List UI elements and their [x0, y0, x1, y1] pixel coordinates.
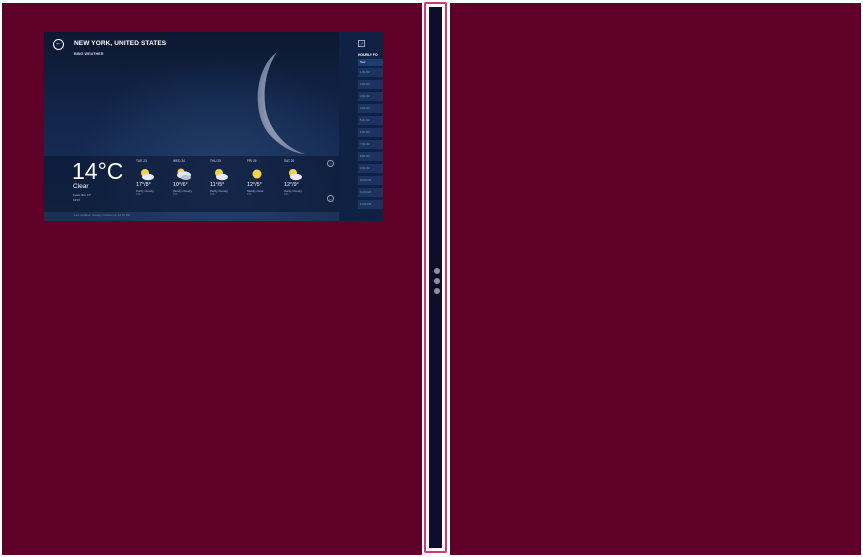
hourly-title: HOURLY FO	[358, 53, 378, 57]
partly-cloudy-icon	[289, 169, 302, 181]
day-name: SAT 26	[284, 159, 295, 163]
partly-cloudy-icon	[141, 169, 154, 181]
day-name: THU 25	[210, 159, 221, 163]
mostly-cloudy-icon	[177, 168, 191, 180]
day-precip: 0 %	[210, 193, 215, 196]
day-precip: 0 %	[173, 193, 178, 196]
hourly-now-row[interactable]: Now	[358, 59, 383, 66]
expand-icon[interactable]: ↗	[358, 40, 365, 47]
chevron-right-icon: ›	[329, 161, 332, 166]
current-condition: Clear	[73, 183, 89, 190]
day-temp: 11°/5°	[210, 182, 225, 188]
hourly-row[interactable]: 12:00 PM	[358, 200, 383, 209]
day-temp: 10°/6°	[173, 182, 188, 188]
hourly-row[interactable]: 2:00 AM	[358, 80, 383, 89]
day-temp: 12°/5°	[247, 182, 262, 188]
app-name: BING WEATHER	[74, 52, 104, 56]
back-button[interactable]: ←	[53, 39, 64, 50]
last-updated-text: Last updated: Sunday, October 21, 12:51 …	[74, 213, 130, 217]
forecast-more-button[interactable]: ⌄	[327, 195, 334, 202]
partly-cloudy-icon	[215, 169, 228, 181]
moon-illustration	[257, 52, 305, 154]
hourly-forecast-panel: ↗ HOURLY FO Now 1:00 AM 2:00 AM 3:00 AM …	[339, 32, 383, 221]
snap-divider-bar[interactable]	[429, 7, 442, 548]
grip-dot	[434, 278, 440, 284]
hourly-row[interactable]: 3:00 AM	[358, 92, 383, 101]
forecast-day[interactable]: FRI 26 12°/5° Mostly Clear 0 %	[247, 159, 281, 196]
back-arrow-icon: ←	[55, 40, 62, 47]
forecast-day[interactable]: SAT 26 12°/9° Partly Cloudy 0 %	[284, 159, 318, 196]
weather-app-thumbnail[interactable]: ← NEW YORK, UNITED STATES BING WEATHER 1…	[44, 32, 383, 221]
location-title: NEW YORK, UNITED STATES	[74, 40, 167, 47]
day-precip: 0 %	[136, 193, 141, 196]
day-name: TUE 23	[136, 159, 147, 163]
sunny-icon	[252, 169, 262, 179]
hourly-row[interactable]: 4:00 AM	[358, 104, 383, 113]
current-temperature: 14°C	[72, 158, 124, 184]
hourly-row[interactable]: 11:00 AM	[358, 188, 383, 197]
snap-divider[interactable]	[424, 2, 447, 553]
day-precip: 0 %	[247, 193, 252, 196]
day-temp: 17°/8°	[136, 182, 151, 188]
forecast-next-button[interactable]: ›	[327, 160, 334, 167]
forecast-day[interactable]: TUE 23 17°/8° Partly Cloudy 0 %	[136, 159, 170, 196]
grip-dot	[434, 268, 440, 274]
day-temp: 12°/9°	[284, 182, 299, 188]
hourly-row[interactable]: 7:00 AM	[358, 140, 383, 149]
hourly-row[interactable]: 10:00 AM	[358, 176, 383, 185]
forecast-day[interactable]: WED 24 10°/6° Mostly Cloudy 0 %	[173, 159, 207, 196]
day-precip: 0 %	[284, 193, 289, 196]
forecast-day[interactable]: THU 25 11°/5° Partly Cloudy 0 %	[210, 159, 244, 196]
hourly-row[interactable]: 6:00 AM	[358, 128, 383, 137]
hourly-row[interactable]: 9:00 AM	[358, 164, 383, 173]
day-name: WED 24	[173, 159, 185, 163]
right-snap-pane[interactable]	[450, 3, 861, 555]
current-detail: MIST	[73, 198, 81, 202]
hourly-row[interactable]: 8:00 AM	[358, 152, 383, 161]
chevron-down-icon: ⌄	[328, 196, 333, 201]
current-detail: Feels like 14°	[73, 193, 92, 197]
day-name: FRI 26	[247, 159, 257, 163]
grip-dot	[434, 288, 440, 294]
hourly-row[interactable]: 5:00 AM	[358, 116, 383, 125]
hourly-row[interactable]: 1:00 AM	[358, 68, 383, 77]
